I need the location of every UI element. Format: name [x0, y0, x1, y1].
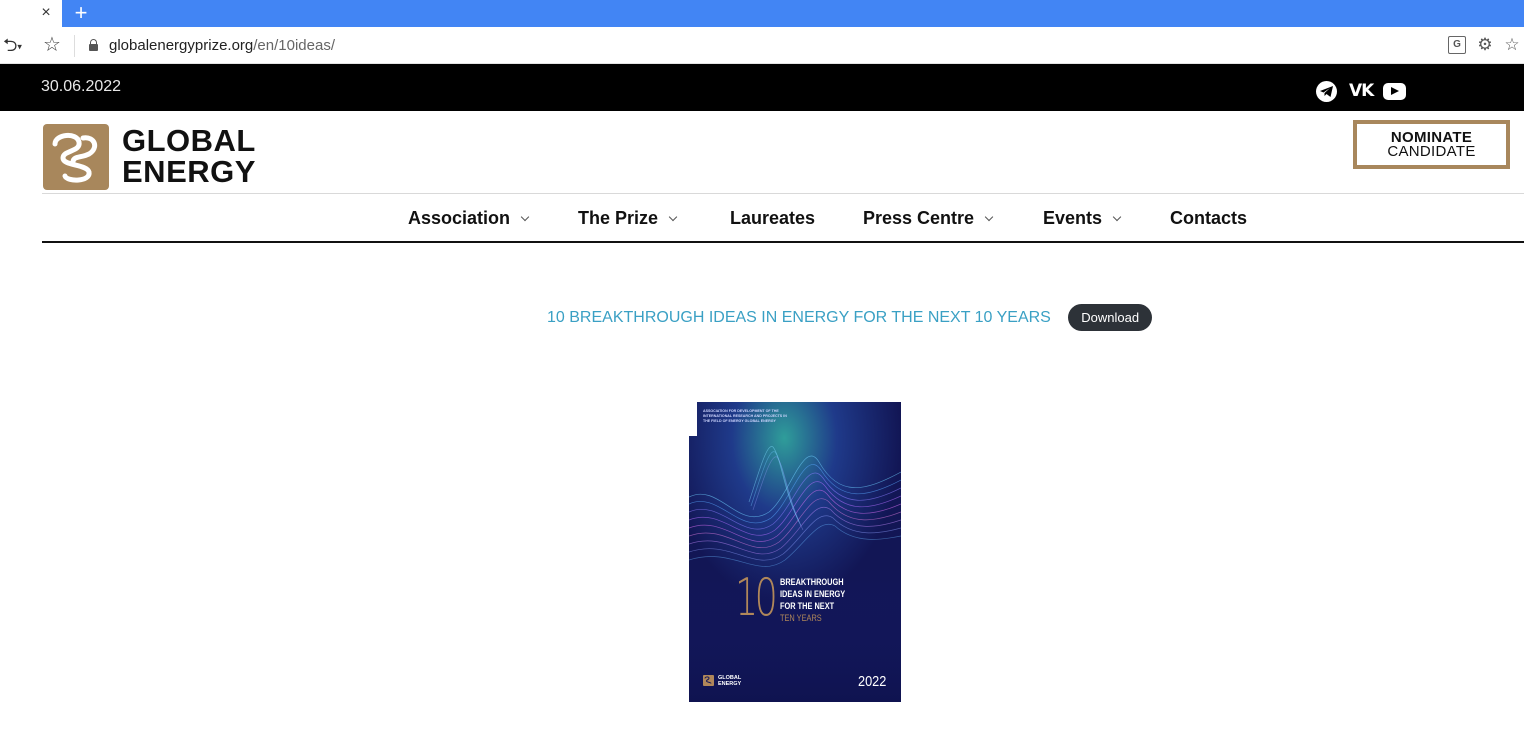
logo-mark-icon	[43, 124, 109, 190]
lock-icon[interactable]	[89, 39, 98, 51]
chevron-down-icon: ▾	[17, 41, 22, 52]
extension-icon[interactable]: ⚙	[1476, 36, 1494, 54]
chevron-down-icon	[984, 212, 994, 222]
main-nav: Association The Prize Laureates Press Ce…	[0, 196, 1524, 240]
vk-icon[interactable]: VK	[1349, 81, 1374, 101]
cover-logo-line: ENERGY	[718, 681, 742, 687]
undo-glyph: ⮌	[3, 35, 18, 55]
chevron-down-icon	[668, 212, 678, 222]
nav-label: The Prize	[578, 208, 659, 228]
logo-text: GLOBAL ENERGY	[122, 125, 256, 187]
header-divider	[42, 193, 1524, 194]
nav-divider	[42, 241, 1524, 243]
global-energy-logo[interactable]: GLOBAL ENERGY	[43, 124, 256, 190]
plus-icon[interactable]: +	[70, 1, 92, 25]
url-field[interactable]: globalenergyprize.org/en/10ideas/	[109, 36, 335, 56]
translate-icon[interactable]: G	[1448, 36, 1466, 54]
nav-item-the-prize[interactable]: The Prize	[578, 206, 678, 230]
chevron-down-icon	[520, 212, 530, 222]
cover-headline-line: IDEAS IN ENERGY	[780, 589, 846, 599]
cover-logo: GLOBAL ENERGY	[703, 674, 753, 688]
cover-year: 2022	[858, 673, 887, 690]
youtube-icon[interactable]	[1383, 83, 1406, 100]
cover-headline-line: FOR THE NEXT	[780, 601, 835, 611]
browser-tab-strip: × +	[0, 0, 1524, 27]
url-path: /en/10ideas/	[253, 37, 335, 54]
url-host: globalenergyprize.org	[109, 37, 254, 54]
logo-line-2: ENERGY	[122, 154, 256, 189]
browser-tab[interactable]: ×	[0, 0, 62, 27]
add-favorite-icon[interactable]: ☆	[1503, 36, 1521, 54]
top-strip: 30.06.2022 VK	[0, 64, 1524, 111]
nav-item-events[interactable]: Events	[1043, 206, 1122, 230]
nav-item-association[interactable]: Association	[408, 206, 530, 230]
nominate-candidate-button[interactable]: NOMINATE CANDIDATE	[1353, 120, 1510, 169]
logo-line-1: GLOBAL	[122, 123, 256, 158]
ideas-title: 10 BREAKTHROUGH IDEAS IN ENERGY FOR THE …	[547, 309, 1051, 326]
star-icon[interactable]: ☆	[40, 33, 64, 57]
download-button[interactable]: Download	[1068, 304, 1153, 331]
brochure-cover[interactable]: Association for Development of the Inter…	[689, 402, 901, 702]
nav-label: Laureates	[730, 208, 816, 228]
undo-icon[interactable]: ⮌▾	[0, 33, 34, 57]
cover-publisher-text: Association for Development of the Inter…	[703, 409, 787, 423]
cover-notch	[689, 402, 697, 436]
cover-big-number: 10	[735, 568, 778, 628]
candidate-label: CANDIDATE	[1387, 143, 1476, 160]
nav-label: Association	[408, 208, 511, 228]
cover-artwork	[689, 402, 901, 702]
ideas-heading-row: 10 BREAKTHROUGH IDEAS IN ENERGY FOR THE …	[547, 304, 1153, 331]
cover-headline: BREAKTHROUGH IDEAS IN ENERGY FOR THE NEX…	[780, 576, 846, 624]
cover-logo-text: GLOBAL ENERGY	[718, 675, 741, 687]
nav-label: Events	[1043, 208, 1103, 228]
address-separator	[74, 35, 75, 57]
nav-item-press-centre[interactable]: Press Centre	[863, 206, 994, 230]
telegram-icon[interactable]	[1316, 81, 1337, 102]
nav-label: Contacts	[1170, 208, 1248, 228]
close-icon[interactable]: ×	[38, 3, 54, 23]
logo-mark-icon	[703, 675, 714, 686]
address-bar: ⮌▾ ☆ globalenergyprize.org/en/10ideas/ G…	[0, 27, 1524, 64]
current-date: 30.06.2022	[41, 78, 122, 95]
nav-item-contacts[interactable]: Contacts	[1170, 206, 1247, 230]
cover-headline-line: TEN YEARS	[780, 613, 822, 623]
nav-item-laureates[interactable]: Laureates	[730, 206, 815, 230]
chevron-down-icon	[1112, 212, 1122, 222]
cover-headline-line: BREAKTHROUGH	[780, 577, 844, 587]
nav-label: Press Centre	[863, 208, 975, 228]
